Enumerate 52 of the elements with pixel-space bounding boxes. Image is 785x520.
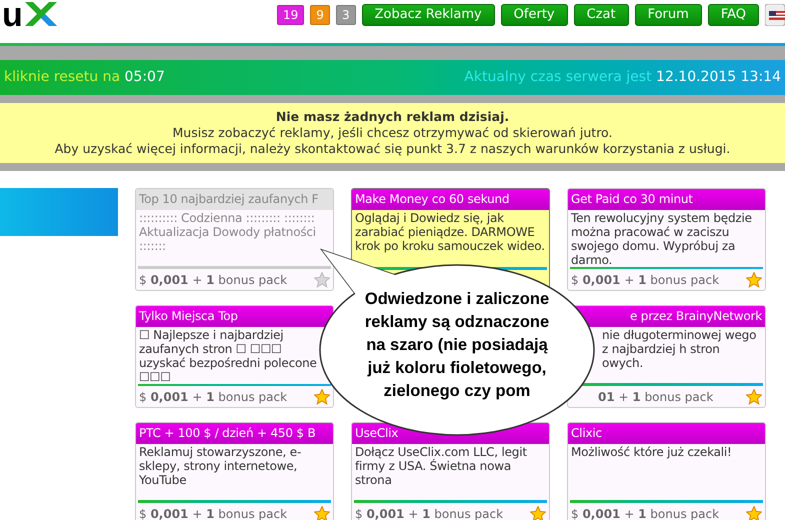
ad-title[interactable]: Top 10 najbardziej zaufanych F (136, 189, 333, 210)
flag-icon[interactable] (765, 4, 785, 26)
star-icon[interactable] (314, 506, 330, 520)
ad-title[interactable]: Tylko Miejsca Top (136, 306, 333, 327)
star-icon[interactable] (746, 272, 762, 288)
count-badge[interactable]: 3 (336, 5, 356, 25)
ad-title[interactable]: Make Money co 60 sekund (352, 189, 549, 210)
ad-title[interactable]: Get Paid co 30 minut (568, 189, 765, 210)
reward-text: 01 + 1 bonus pack (598, 388, 714, 406)
logo-icon (22, 2, 57, 26)
reward-text: $ 0,001 + 1 bonus pack (139, 506, 288, 520)
ad-title[interactable]: PTC + 100 $ / dzień + 450 $ B (136, 423, 333, 444)
nav-button[interactable]: Zobacz Reklamy (362, 4, 495, 26)
star-icon[interactable] (746, 388, 762, 405)
star-icon[interactable] (314, 388, 330, 405)
ad-card[interactable]: e przez BrainyNetwork nie długoterminowej wego z najbardziej h stron owych. 01 + 1 bonus pack (567, 305, 766, 408)
notice-title: Nie masz żadnych reklam dzisiaj. (276, 109, 510, 125)
reset-time-text: kliknie resetu na 05:07 (4, 68, 165, 87)
reward-text: $ 0,001 + 1 bonus pack (139, 388, 288, 406)
ad-card[interactable]: Top 10 najbardziej zaufanych F :::::::::: Codzienna ::::::::: :::::::: Aktualizacja Dowody płatności ::::::: $ 0,001 + 1 bonus pack (135, 188, 334, 291)
server-time-text: Aktualny czas serwera jest 12.10.2015 13:14 (464, 68, 781, 87)
nav-button[interactable]: FAQ (708, 4, 759, 26)
ad-description: Dołącz UseClix.com LLC, legit firmy z USA. Świetna nowa strona (354, 444, 528, 489)
ad-card[interactable]: Clixic Możliwość które już czekali! $ 0,001 + 1 bonus pack (567, 422, 766, 520)
reward-text: $ 0,001 + 1 bonus pack (571, 506, 720, 520)
logo-text: u (2, 0, 23, 32)
notice-text: Musisz zobaczyć reklamy, jeśli chcesz otrzymywać od skierowań jutro. (172, 125, 612, 141)
star-icon[interactable] (530, 506, 546, 520)
star-icon[interactable] (314, 272, 330, 288)
ad-description: :::::::::: Codzienna ::::::::: :::::::: Aktualizacja Dowody płatności ::::::: (138, 210, 317, 255)
ad-title[interactable]: Clixic (568, 423, 765, 444)
count-badge[interactable]: 19 (277, 5, 304, 25)
ad-description: Możliwość które już czekali! (570, 444, 733, 461)
reward-text: $ 0,001 + 1 bonus pack (139, 272, 288, 289)
nav-button[interactable]: Forum (634, 4, 702, 26)
ad-description: Oglądaj i Dowiedz się, jak zarabiać pieniądze. DARMOWE krok po kroku samouczek wideo. (354, 210, 546, 255)
ad-card[interactable]: UseClix Dołącz UseClix.com LLC, legit firmy z USA. Świetna nowa strona $ 0,001 + 1 bonus pack (351, 422, 550, 520)
count-badge[interactable]: 9 (310, 5, 330, 25)
ad-card[interactable]: Tylko Miejsca Top ☐ Najlepsze i najbardziej zaufanych stron ☐ ☐☐☐ uzyskać bezpośredni polecone ☐☐☐ $ 0,001 + 1 bonus pack (135, 305, 334, 408)
ad-description: ☐ Najlepsze i najbardziej zaufanych stron ☐ ☐☐☐ uzyskać bezpośredni polecone ☐☐☐ (138, 326, 318, 384)
reward-text: $ 0,001 + 1 bonus pack (571, 272, 720, 289)
ad-description: Ten rewolucyjny system będzie można pracować w zaciszu swojego domu. Wypróbuj za darmo. (570, 210, 753, 267)
ad-description: nie długoterminowej wego z najbardziej h stron owych. (601, 326, 758, 372)
star-icon[interactable] (746, 506, 762, 520)
ad-description: Reklamuj stowarzyszone, e-sklepy, strony internetowe, YouTube (138, 444, 302, 489)
ad-card[interactable]: PTC + 100 $ / dzień + 450 $ B Reklamuj stowarzyszone, e-sklepy, strony internetowe, YouTube $ 0,001 + 1 bonus pack (135, 422, 334, 520)
reward-text: $ 0,001 + 1 bonus pack (355, 506, 504, 520)
callout-text: Odwiedzone i zaliczone reklamy są odznaczone na szaro (nie posiadają już koloru fioletowego, zielonego czy pom (364, 289, 550, 402)
notice-text: Aby uzyskać więcej informacji, należy skontaktować się punkt 3.7 z naszych warunków korzystania z usługi. (54, 141, 730, 157)
ad-card[interactable]: Get Paid co 30 minut Ten rewolucyjny system będzie można pracować w zaciszu swojego domu. Wypróbuj za darmo. $ 0,001 + 1 bonus pack (567, 188, 766, 291)
nav-button[interactable]: Oferty (500, 4, 568, 26)
nav-button[interactable]: Czat (574, 4, 629, 26)
